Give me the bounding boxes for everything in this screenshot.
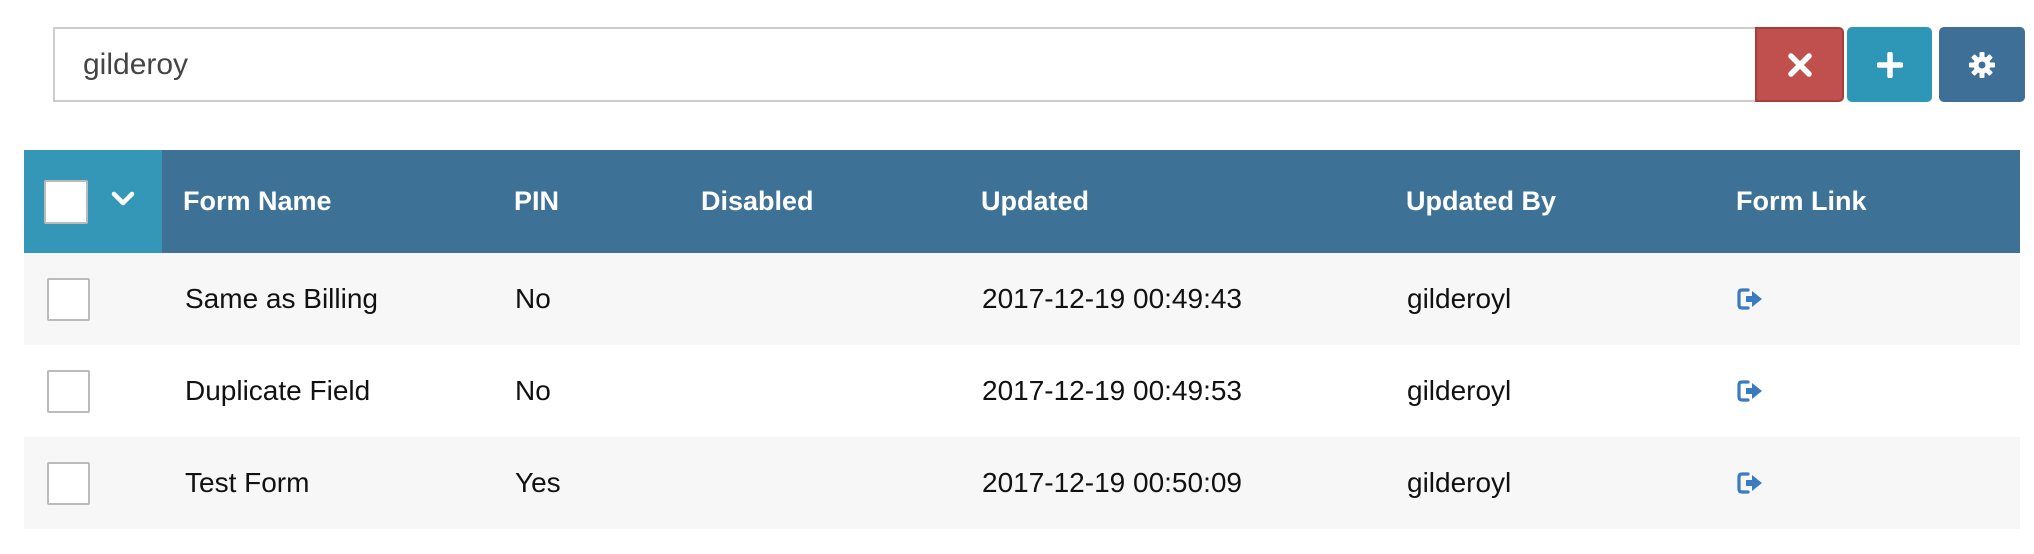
sign-out-icon[interactable] [1737,287,1765,311]
row-checkbox[interactable] [47,277,90,321]
column-header-updated[interactable]: Updated [981,150,1089,253]
gear-icon [1968,51,1996,79]
column-header-pin[interactable]: PIN [514,150,559,253]
select-all-cell [24,150,162,253]
close-icon [1787,52,1813,78]
settings-button[interactable] [1939,27,2025,102]
cell-updated-by: gilderoyl [1407,467,1512,498]
select-all-checkbox[interactable] [44,179,88,224]
bulk-actions-toggle[interactable] [108,187,138,217]
cell-updated-by: gilderoyl [1407,283,1512,314]
cell-pin: No [515,283,551,314]
sign-out-icon[interactable] [1737,471,1765,495]
sign-out-icon[interactable] [1737,379,1765,403]
column-header-form-link[interactable]: Form Link [1736,150,1867,253]
plus-icon [1876,51,1903,78]
column-header-form-name[interactable]: Form Name [183,150,332,253]
table-header: Form Name PIN Disabled Updated Updated B… [24,150,2020,253]
search-input[interactable] [53,27,1755,102]
table-row: Test Form Yes 2017-12-19 00:50:09 gilder… [24,437,2020,529]
cell-updated: 2017-12-19 00:50:09 [982,467,1242,498]
cell-updated-by: gilderoyl [1407,375,1512,406]
cell-form-name: Same as Billing [185,283,378,314]
forms-table: Form Name PIN Disabled Updated Updated B… [24,150,2020,529]
column-header-updated-by[interactable]: Updated By [1406,150,1556,253]
clear-search-button[interactable] [1755,27,1844,102]
chevron-down-icon [111,191,135,212]
search-toolbar [53,27,2025,102]
row-checkbox[interactable] [47,461,90,505]
table-row: Same as Billing No 2017-12-19 00:49:43 g… [24,253,2020,345]
cell-updated: 2017-12-19 00:49:53 [982,375,1242,406]
cell-updated: 2017-12-19 00:49:43 [982,283,1242,314]
cell-form-name: Duplicate Field [185,375,371,406]
cell-form-name: Test Form [185,467,310,498]
row-checkbox[interactable] [47,369,90,413]
column-header-disabled[interactable]: Disabled [701,150,814,253]
add-form-button[interactable] [1847,27,1932,102]
table-row: Duplicate Field No 2017-12-19 00:49:53 g… [24,345,2020,437]
cell-pin: Yes [515,467,561,498]
cell-pin: No [515,375,551,406]
